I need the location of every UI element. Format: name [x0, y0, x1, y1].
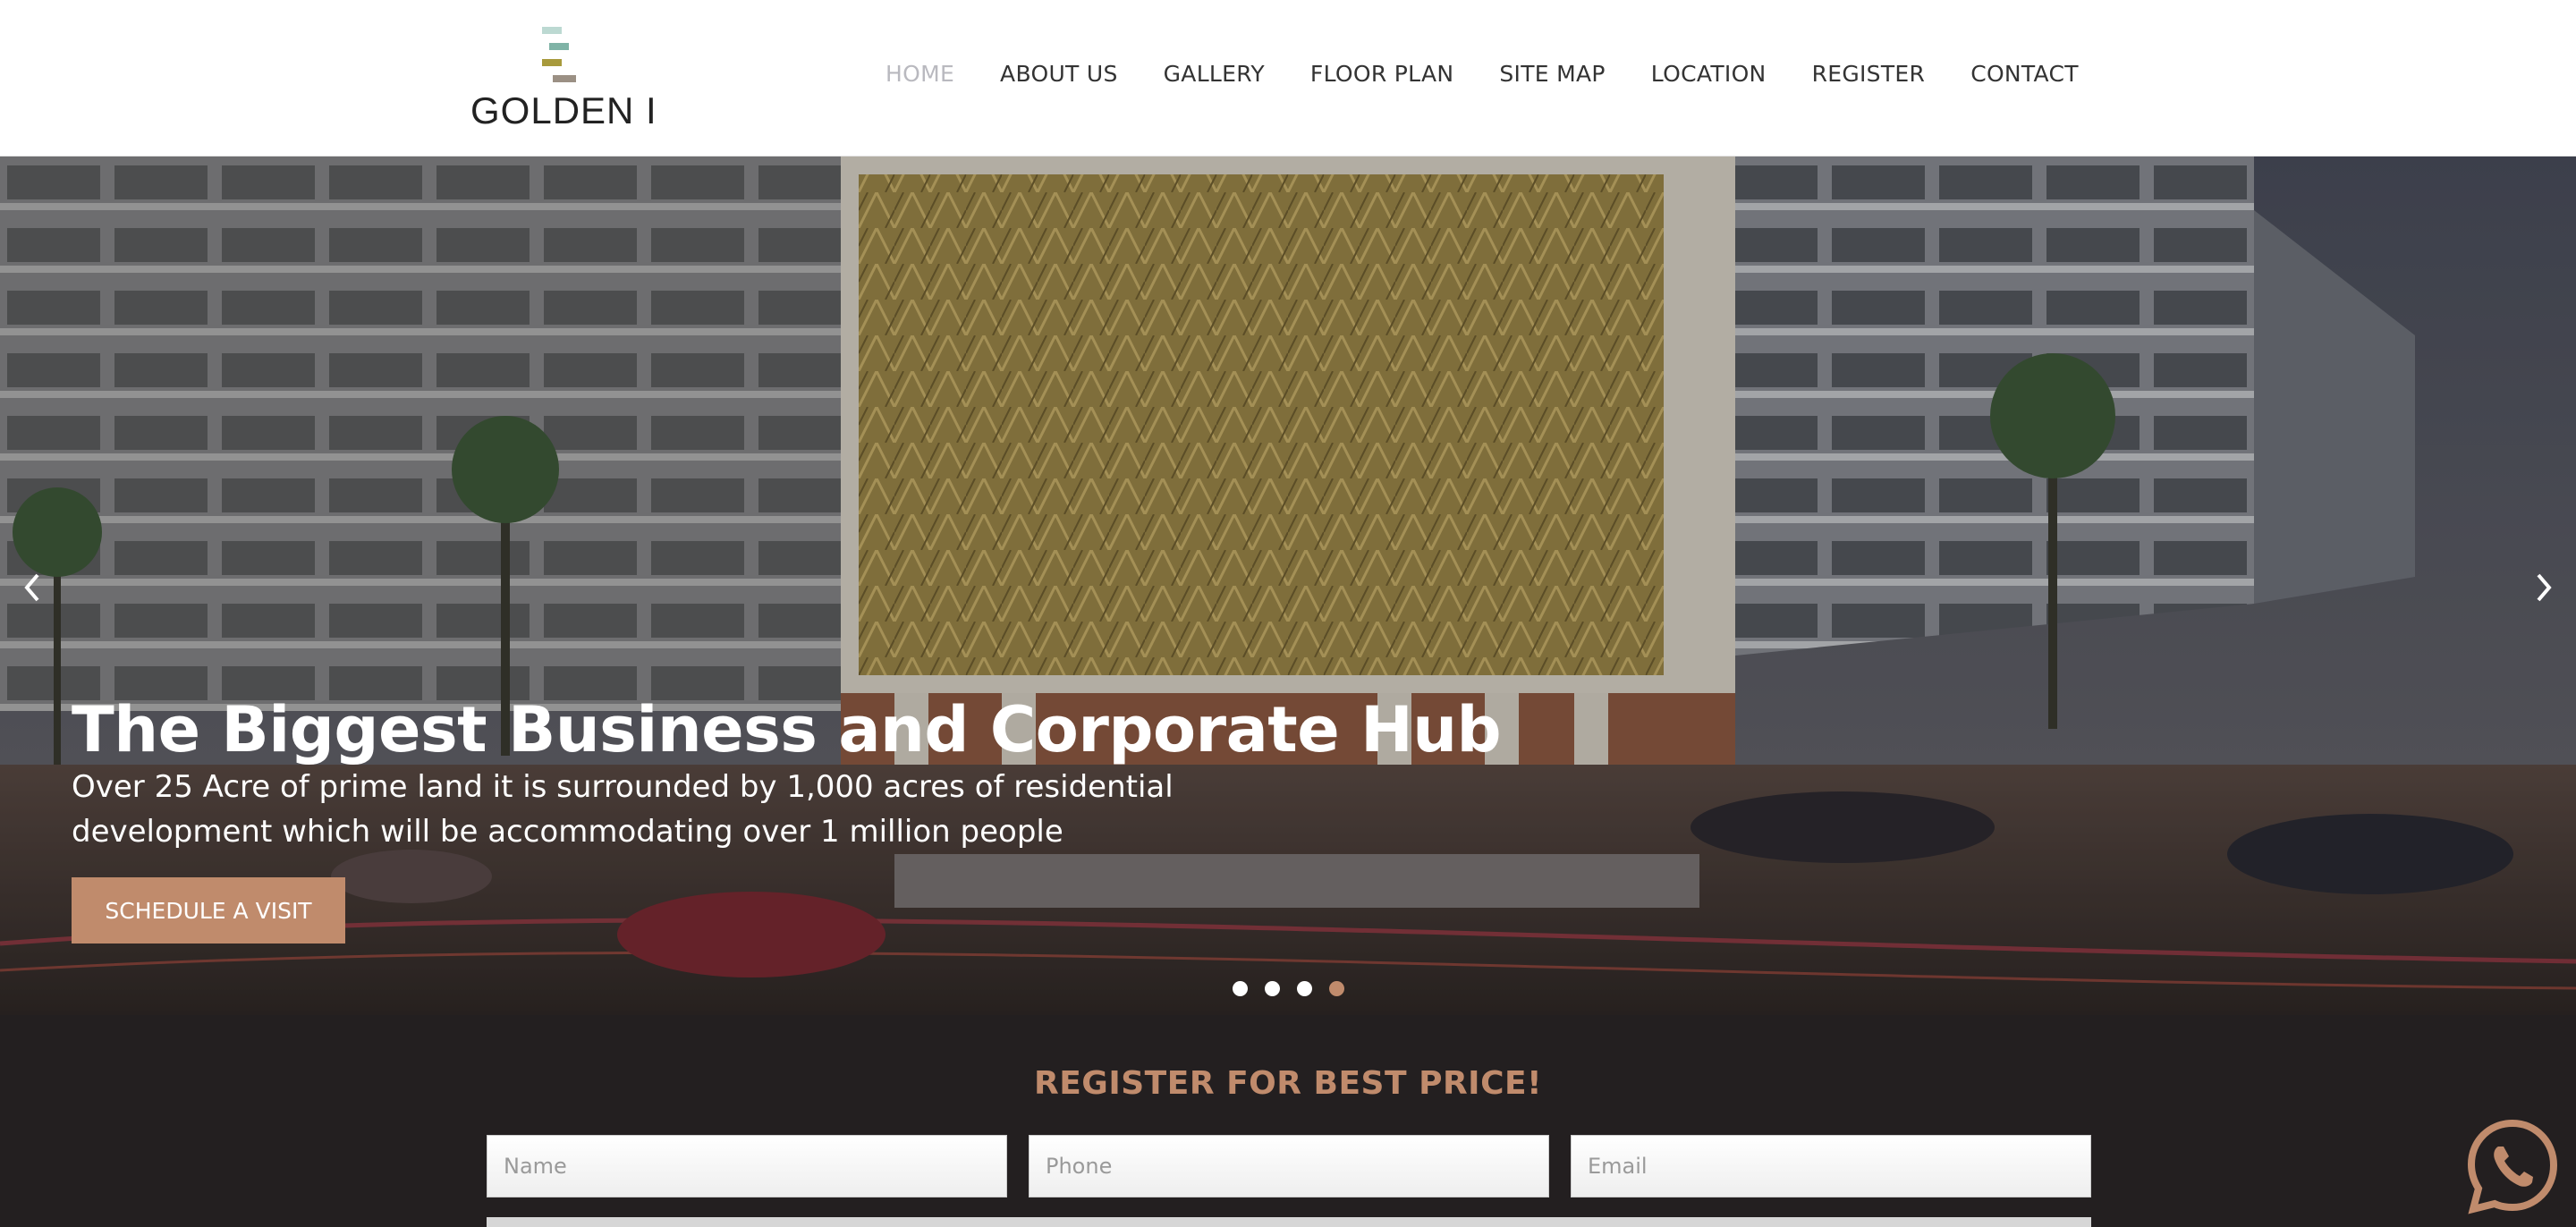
- chevron-right-icon: [2537, 573, 2552, 602]
- main-nav: HOME ABOUT US GALLERY FLOOR PLAN SITE MA…: [886, 61, 2124, 87]
- whatsapp-chat-button[interactable]: [2464, 1118, 2561, 1214]
- hero-description: Over 25 Acre of prime land it is surroun…: [72, 769, 1174, 850]
- golden-i-logo[interactable]: GOLDEN I: [469, 25, 657, 132]
- register-section: REGISTER FOR BEST PRICE!: [0, 1015, 2576, 1227]
- slider-dots: [1233, 981, 1344, 996]
- nav-item-gallery[interactable]: GALLERY: [1164, 61, 1265, 87]
- nav-item-contact[interactable]: CONTACT: [1970, 61, 2079, 87]
- slider-dot[interactable]: [1265, 981, 1280, 996]
- logo-wordmark: GOLDEN I: [470, 89, 657, 131]
- submit-button[interactable]: [487, 1217, 2091, 1227]
- nav-item-about-us[interactable]: ABOUT US: [1000, 61, 1118, 87]
- slider-dot[interactable]: [1233, 981, 1248, 996]
- schedule-visit-button[interactable]: SCHEDULE A VISIT: [72, 877, 345, 944]
- slider-prev-button[interactable]: [14, 561, 50, 614]
- whatsapp-icon: [2467, 1119, 2558, 1214]
- name-field[interactable]: [487, 1135, 1007, 1197]
- logo-mark-icon: [542, 27, 587, 89]
- nav-item-site-map[interactable]: SITE MAP: [1499, 61, 1605, 87]
- nav-item-floor-plan[interactable]: FLOOR PLAN: [1310, 61, 1453, 87]
- slider-next-button[interactable]: [2526, 561, 2562, 614]
- email-field[interactable]: [1571, 1135, 2091, 1197]
- chevron-left-icon: [24, 573, 39, 602]
- register-title: REGISTER FOR BEST PRICE!: [1033, 1065, 1542, 1102]
- hero-overlay: [0, 157, 2576, 1015]
- slider-dot-active[interactable]: [1329, 981, 1344, 996]
- site-header: GOLDEN I HOME ABOUT US GALLERY FLOOR PLA…: [0, 0, 2576, 157]
- nav-item-location[interactable]: LOCATION: [1651, 61, 1767, 87]
- slider-dot[interactable]: [1297, 981, 1312, 996]
- nav-item-home[interactable]: HOME: [886, 61, 954, 87]
- phone-field[interactable]: [1029, 1135, 1549, 1197]
- hero-slider: The Biggest Business and Corporate Hub O…: [0, 157, 2576, 1015]
- nav-item-register[interactable]: REGISTER: [1812, 61, 1926, 87]
- hero-title: The Biggest Business and Corporate Hub: [72, 693, 1502, 766]
